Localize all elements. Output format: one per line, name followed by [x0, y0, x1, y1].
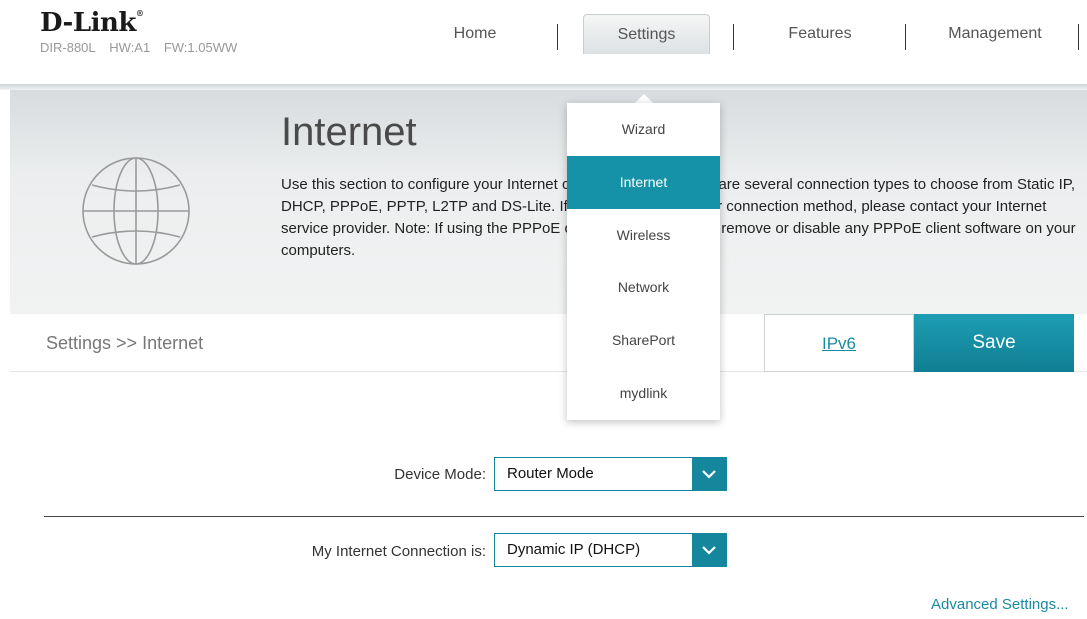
menu-item-wizard[interactable]: Wizard	[567, 103, 720, 156]
nav-home[interactable]: Home	[420, 14, 530, 54]
nav-management[interactable]: Management	[925, 14, 1065, 54]
device-mode-select[interactable]: Router Mode	[494, 457, 727, 491]
page-title: Internet	[281, 110, 417, 154]
main-nav: Home Settings Features Management	[0, 14, 1087, 54]
nav-features[interactable]: Features	[760, 14, 880, 54]
nav-separator	[1078, 24, 1079, 50]
top-header: D-Link® DIR-880L HW:A1 FW:1.05WW Home Se…	[0, 0, 1087, 86]
internet-connection-select[interactable]: Dynamic IP (DHCP)	[494, 533, 727, 567]
device-mode-label: Device Mode:	[394, 466, 486, 483]
breadcrumb: Settings >> Internet	[46, 333, 204, 353]
menu-item-internet[interactable]: Internet	[567, 155, 720, 209]
menu-item-mydlink[interactable]: mydlink	[567, 367, 720, 420]
globe-icon	[82, 157, 190, 265]
section-divider	[44, 516, 1084, 517]
menu-item-network[interactable]: Network	[567, 261, 720, 314]
internet-connection-value: Dynamic IP (DHCP)	[507, 541, 641, 558]
advanced-settings-link[interactable]: Advanced Settings...	[931, 596, 1069, 613]
internet-connection-label: My Internet Connection is:	[311, 543, 486, 560]
menu-item-shareport[interactable]: SharePort	[567, 314, 720, 367]
nav-separator	[557, 24, 558, 50]
menu-item-wireless[interactable]: Wireless	[567, 209, 720, 262]
save-button[interactable]: Save	[914, 314, 1074, 372]
settings-dropdown-menu: Wizard Internet Wireless Network SharePo…	[567, 103, 720, 420]
device-mode-value: Router Mode	[507, 465, 594, 482]
ipv6-button[interactable]: IPv6	[764, 314, 914, 372]
chevron-down-icon[interactable]	[692, 458, 726, 490]
nav-separator	[905, 24, 906, 50]
nav-settings[interactable]: Settings	[583, 14, 710, 54]
chevron-down-icon[interactable]	[692, 534, 726, 566]
nav-separator	[733, 24, 734, 50]
